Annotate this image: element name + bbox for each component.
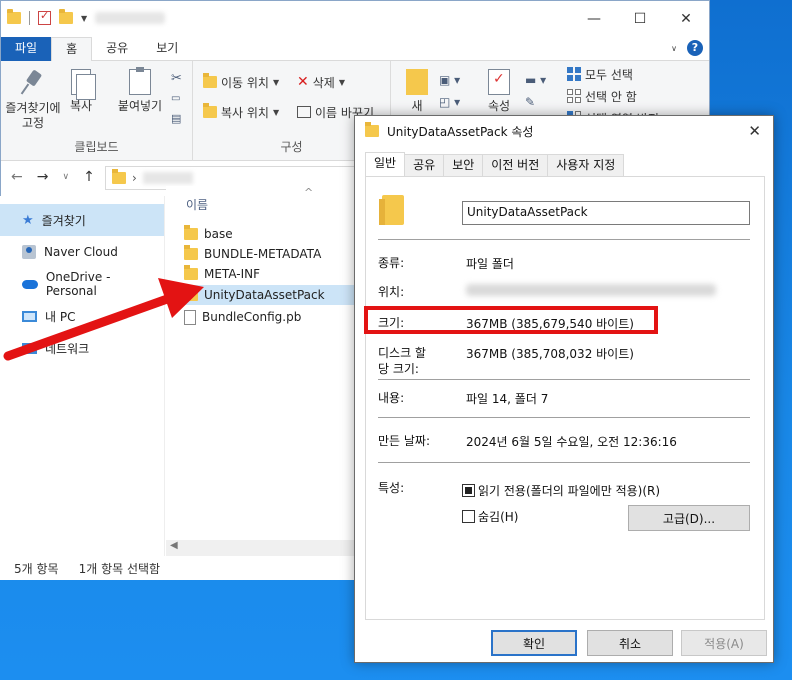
- red-annotation-arrow: [3, 278, 204, 361]
